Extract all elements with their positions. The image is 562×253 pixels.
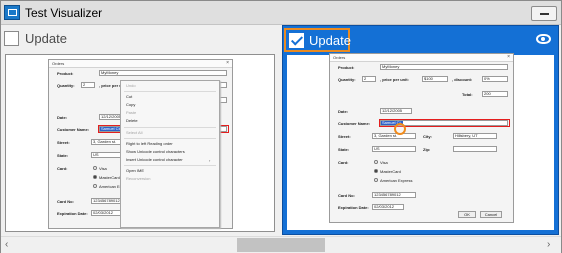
product-label: Product: <box>338 65 355 70</box>
card-radio[interactable] <box>374 169 378 173</box>
context-menu-item[interactable]: Open IME <box>121 167 219 175</box>
right-update-label: Update <box>309 33 351 48</box>
test-visualizer-window: Test Visualizer Update Orders × Product: My… <box>0 0 562 253</box>
right-snapshot-content: Orders × Product: MyMoney Quantity: 2 , price … <box>287 53 554 230</box>
context-menu-item: Undo <box>126 83 136 88</box>
card-radio[interactable] <box>374 160 378 164</box>
scroll-right-arrow[interactable]: › <box>547 239 550 250</box>
card-label: Card: <box>57 166 68 171</box>
card-option-label: MasterCard <box>380 169 401 174</box>
discount-input[interactable]: 0% <box>482 76 508 82</box>
state-label: State: <box>57 153 69 158</box>
card-label: Card: <box>338 160 349 165</box>
quantity-label: Quantity: <box>338 77 356 82</box>
menu-separator <box>124 138 216 139</box>
card-option-label: American Express <box>380 178 413 183</box>
menu-separator <box>124 91 216 92</box>
close-icon[interactable]: × <box>226 60 229 66</box>
cardno-label: Card No: <box>57 199 74 204</box>
window-title: Test Visualizer <box>25 6 103 20</box>
card-radio[interactable] <box>374 178 378 182</box>
right-update-toggle[interactable]: Update <box>284 28 351 52</box>
card-option-label: Visa <box>380 160 388 165</box>
horizontal-scrollbar[interactable]: ‹ › <box>1 236 561 253</box>
expiration-input[interactable]: 02/03/2012 <box>91 210 123 216</box>
context-menu-item[interactable]: Insert Unicode control character <box>121 156 219 164</box>
context-menu-item: Select All <box>126 130 143 135</box>
expiration-label: Expiration Date: <box>338 205 369 210</box>
close-icon[interactable]: × <box>507 54 510 60</box>
quantity-label: Quantity: <box>57 83 75 88</box>
customer-label: Customer Name: <box>57 127 90 132</box>
total-label: Total: <box>462 92 473 97</box>
context-menu-item[interactable]: Right to left Reading order <box>121 140 219 148</box>
city-label: City: <box>423 134 432 139</box>
zip-input[interactable] <box>453 146 497 152</box>
context-menu-item[interactable]: Delete <box>121 117 219 125</box>
price-input[interactable]: $100 <box>422 76 448 82</box>
street-input[interactable]: 3, Garden st. <box>372 133 416 139</box>
price-label: , price per unit: <box>380 77 409 82</box>
context-menu-item: Paste <box>126 110 137 115</box>
state-label: State: <box>338 147 350 152</box>
street-label: Street: <box>338 134 351 139</box>
dialog-title-bar: Orders × <box>49 60 232 68</box>
title-bar: Test Visualizer <box>1 1 561 25</box>
date-label: Date: <box>57 115 68 120</box>
orders-dialog-after: Orders × Product: MyMoney Quantity: 2 , price … <box>329 53 514 223</box>
cancel-button[interactable]: Cancel <box>480 211 502 218</box>
submenu-arrow-icon: › <box>209 158 211 163</box>
card-radio[interactable] <box>93 184 97 188</box>
card-radio[interactable] <box>93 166 97 170</box>
left-update-label: Update <box>25 31 67 46</box>
scrollbar-thumb[interactable] <box>237 238 325 252</box>
zip-label: Zip: <box>423 147 431 152</box>
menu-separator <box>124 165 216 166</box>
context-menu-item[interactable]: Cut <box>121 93 219 101</box>
right-update-checkbox[interactable] <box>289 33 304 48</box>
expiration-input[interactable]: 02/03/2012 <box>372 204 404 210</box>
test-visualizer-icon <box>4 5 20 20</box>
quantity-input[interactable]: 2 <box>81 82 95 88</box>
state-input[interactable]: US <box>372 146 416 152</box>
scroll-left-arrow[interactable]: ‹ <box>5 239 8 250</box>
total-input[interactable]: 200 <box>482 91 508 97</box>
right-snapshot-panel-selected[interactable]: Update Orders × Product: MyMoney Quantity: 2,… <box>282 25 559 235</box>
cardno-input[interactable]: 123456789012 <box>372 192 416 198</box>
card-option-label: MasterCard <box>99 175 120 180</box>
eye-icon[interactable] <box>536 34 551 44</box>
dialog-title-bar: Orders × <box>330 54 513 62</box>
discount-label: , discount: <box>452 77 473 82</box>
context-menu-item: Reconversion <box>126 176 151 181</box>
ok-button[interactable]: OK <box>458 211 476 218</box>
customer-label: Customer Name: <box>338 121 371 126</box>
product-select[interactable]: MyMoney <box>380 64 508 70</box>
dialog-title: Orders <box>52 61 65 66</box>
product-label: Product: <box>57 71 74 76</box>
left-update-checkbox[interactable] <box>4 31 19 46</box>
dialog-title: Orders <box>333 55 346 60</box>
date-label: Date: <box>338 109 349 114</box>
context-menu: Undo Cut Copy Paste Delete Select All Right to… <box>120 80 220 228</box>
card-radio[interactable] <box>93 175 97 179</box>
cardno-label: Card No: <box>338 193 355 198</box>
expiration-label: Expiration Date: <box>57 211 88 216</box>
date-input[interactable]: 12/12/2005 <box>380 108 412 114</box>
quantity-input[interactable]: 2 <box>362 76 376 82</box>
city-input[interactable]: Hillsbery, UT <box>453 133 497 139</box>
product-select[interactable]: MyMoney <box>99 70 227 76</box>
street-label: Street: <box>57 140 70 145</box>
card-option-label: Visa <box>99 166 107 171</box>
context-menu-item[interactable]: Show Unicode control characters <box>121 148 219 156</box>
magnifier-highlight <box>394 123 406 135</box>
context-menu-item[interactable]: Copy <box>121 101 219 109</box>
menu-separator <box>124 127 216 128</box>
minimize-button[interactable] <box>531 6 557 21</box>
